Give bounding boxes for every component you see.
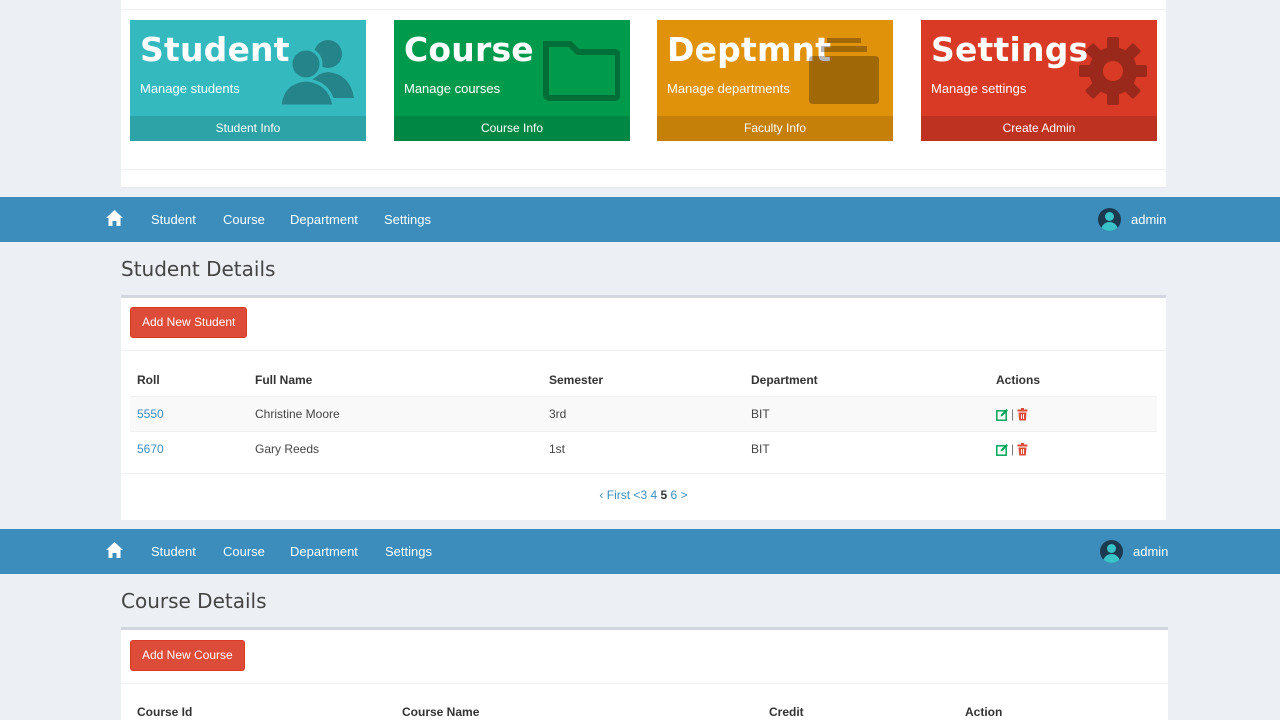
pagination-next[interactable]: > — [681, 488, 688, 502]
page-title-student-details: Student Details — [121, 257, 276, 281]
user-menu[interactable]: admin — [1100, 539, 1168, 563]
nav-item-student[interactable]: Student — [151, 529, 196, 574]
tile-subtitle: Manage courses — [404, 81, 501, 96]
nav-item-settings[interactable]: Settings — [385, 529, 432, 574]
edit-icon[interactable] — [996, 443, 1009, 456]
tile-title: Student — [140, 30, 290, 69]
avatar — [1100, 539, 1123, 563]
top-navbar: Student Course Department Settings admin — [0, 197, 1280, 242]
user-name: admin — [1133, 543, 1169, 559]
department-cell: BIT — [751, 407, 770, 421]
add-new-course-button[interactable]: Add New Course — [130, 640, 245, 671]
tile-footer-link[interactable]: Faculty Info — [657, 116, 893, 141]
gear-icon — [1079, 37, 1147, 105]
tile-title: Course — [404, 30, 534, 69]
column-header-course-id: Course Id — [137, 705, 193, 719]
roll-link[interactable]: 5670 — [137, 432, 164, 467]
tile-footer-link[interactable]: Create Admin — [921, 116, 1157, 141]
tile-student[interactable]: Student Manage students Student Info — [130, 20, 366, 141]
tile-subtitle: Manage students — [140, 81, 240, 96]
dashboard-tiles-panel: Student Manage students Student Info Cou… — [121, 0, 1166, 188]
column-header-course-name: Course Name — [402, 705, 480, 719]
tile-title: Settings — [931, 30, 1089, 69]
pagination-page[interactable]: 3 — [640, 488, 647, 502]
roll-link[interactable]: 5550 — [137, 397, 164, 432]
nav-item-department[interactable]: Department — [290, 197, 358, 242]
column-header-roll: Roll — [137, 373, 160, 387]
tile-course[interactable]: Course Manage courses Course Info — [394, 20, 630, 141]
column-header-department: Department — [751, 373, 818, 387]
box-divider — [121, 473, 1166, 474]
panel-divider — [121, 169, 1166, 170]
tile-footer-link[interactable]: Course Info — [394, 116, 630, 141]
nav-item-student[interactable]: Student — [151, 197, 196, 242]
box-divider — [121, 350, 1166, 351]
semester-cell: 1st — [549, 442, 566, 456]
tile-settings[interactable]: Settings Manage settings Create Admin — [921, 20, 1157, 141]
box-divider — [121, 683, 1168, 684]
pagination-current-page: 5 — [660, 488, 668, 502]
edit-icon[interactable] — [996, 408, 1009, 421]
folder-icon — [543, 41, 620, 101]
add-new-student-button[interactable]: Add New Student — [130, 307, 248, 338]
user-name: admin — [1131, 211, 1167, 227]
nav-item-course[interactable]: Course — [223, 197, 265, 242]
home-icon[interactable] — [106, 542, 123, 558]
column-header-full-name: Full Name — [255, 373, 313, 387]
tile-department[interactable]: Deptmnt Manage departments Faculty Info — [657, 20, 893, 141]
course-details-box: Add New Course Course Id Course Name Cre… — [121, 627, 1168, 720]
trash-icon[interactable] — [1016, 443, 1029, 456]
user-menu[interactable]: admin — [1098, 207, 1166, 231]
nav-item-course[interactable]: Course — [223, 529, 265, 574]
avatar — [1098, 207, 1121, 231]
pagination: ‹ First <3 4 5 6 > — [121, 488, 1166, 502]
tile-subtitle: Manage settings — [931, 81, 1027, 96]
nav-item-department[interactable]: Department — [290, 529, 358, 574]
users-icon — [278, 40, 354, 106]
panel-divider — [121, 9, 1166, 10]
pagination-page[interactable]: 4 — [650, 488, 657, 502]
nav-item-settings[interactable]: Settings — [384, 197, 431, 242]
page-title-course-details: Course Details — [121, 589, 267, 613]
action-separator: | — [1011, 407, 1015, 421]
student-details-box: Add New Student Roll Full Name Semester … — [121, 295, 1166, 520]
column-header-action: Action — [965, 705, 1003, 719]
pagination-page[interactable]: 6 — [671, 488, 678, 502]
column-header-actions: Actions — [996, 373, 1041, 387]
trash-icon[interactable] — [1016, 408, 1029, 421]
table-row: 5670 Gary Reeds 1st BIT | — [130, 431, 1157, 466]
archive-icon — [809, 38, 879, 104]
row-actions: | — [996, 397, 1029, 432]
column-header-credit: Credit — [769, 705, 804, 719]
column-header-semester: Semester — [549, 373, 604, 387]
department-cell: BIT — [751, 442, 770, 456]
home-icon[interactable] — [106, 210, 123, 226]
full-name-cell: Gary Reeds — [255, 442, 320, 456]
full-name-cell: Christine Moore — [255, 407, 340, 421]
pagination-first[interactable]: ‹ First — [599, 488, 630, 502]
semester-cell: 3rd — [549, 407, 567, 421]
table-row: 5550 Christine Moore 3rd BIT | — [130, 396, 1157, 431]
row-actions: | — [996, 432, 1029, 467]
top-navbar: Student Course Department Settings admin — [0, 529, 1280, 574]
tile-subtitle: Manage departments — [667, 81, 790, 96]
tile-footer-link[interactable]: Student Info — [130, 116, 366, 141]
action-separator: | — [1011, 442, 1015, 456]
